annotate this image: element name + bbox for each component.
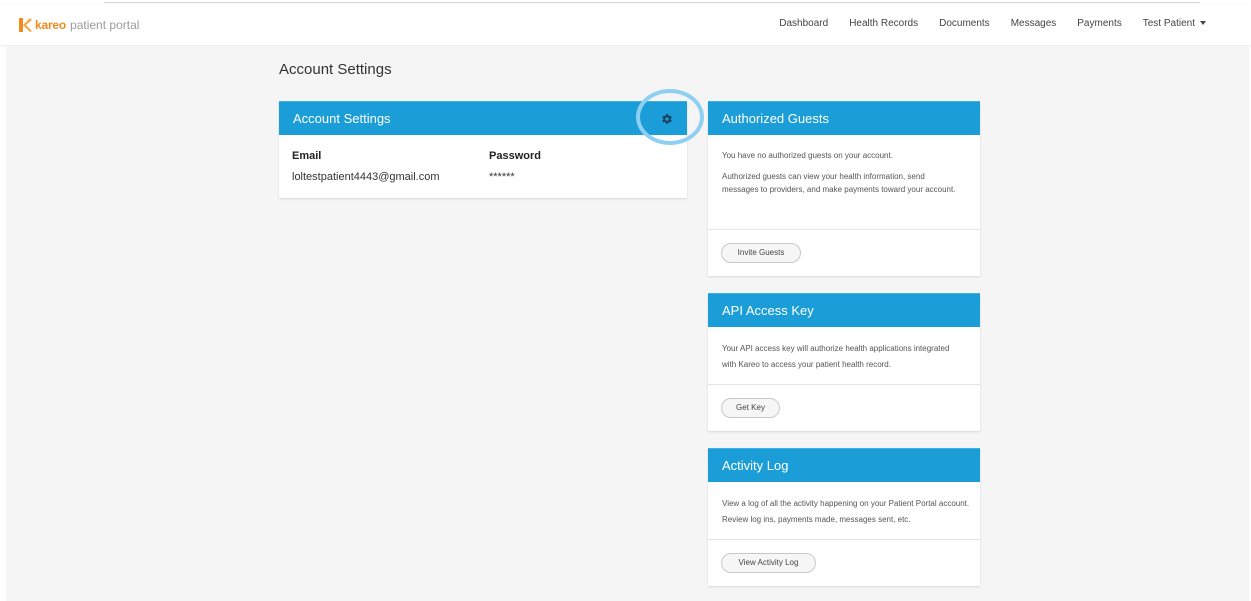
account-settings-card-header: Account Settings <box>279 101 687 135</box>
password-value: ****** <box>489 171 515 183</box>
activity-log-card-header: Activity Log <box>708 448 980 482</box>
account-settings-card-title: Account Settings <box>293 111 391 126</box>
nav-documents[interactable]: Documents <box>939 18 990 29</box>
guests-empty-text: You have no authorized guests on your ac… <box>722 151 893 160</box>
kareo-logo[interactable]: kareo patient portal <box>18 17 139 33</box>
authorized-guests-card: Authorized Guests You have no authorized… <box>708 101 980 276</box>
nav-messages[interactable]: Messages <box>1011 18 1057 29</box>
page-title: Account Settings <box>279 61 392 78</box>
api-access-key-card: API Access Key Your API access key will … <box>708 293 980 431</box>
nav-dashboard[interactable]: Dashboard <box>779 18 828 29</box>
api-access-key-card-title: API Access Key <box>722 303 814 318</box>
activity-log-card-title: Activity Log <box>722 458 789 473</box>
view-activity-log-button[interactable]: View Activity Log <box>721 553 816 573</box>
account-settings-card: Account Settings Email loltestpatient444… <box>279 101 687 198</box>
caret-down-icon <box>1200 21 1206 26</box>
api-key-description: Your API access key will authorize healt… <box>722 344 950 369</box>
user-menu-label: Test Patient <box>1142 18 1195 29</box>
nav-health-records[interactable]: Health Records <box>849 18 918 29</box>
authorized-guests-card-title: Authorized Guests <box>722 111 829 126</box>
gear-icon[interactable] <box>661 113 673 125</box>
activity-log-description: View a log of all the activity happening… <box>722 499 970 524</box>
get-key-button[interactable]: Get Key <box>721 398 780 418</box>
nav-payments[interactable]: Payments <box>1077 18 1121 29</box>
activity-log-card: Activity Log View a log of all the activ… <box>708 448 980 586</box>
guests-description: Authorized guests can view your health i… <box>722 172 956 194</box>
invite-guests-button[interactable]: Invite Guests <box>721 243 801 263</box>
kareo-logo-mark-icon <box>19 18 32 32</box>
activity-divider <box>708 539 980 540</box>
logo-brand-text: kareo <box>35 18 67 32</box>
user-menu[interactable]: Test Patient <box>1143 18 1206 29</box>
logo-product-text: patient portal <box>70 18 140 32</box>
email-value: loltestpatient4443@gmail.com <box>292 171 440 183</box>
api-access-key-card-header: API Access Key <box>708 293 980 327</box>
top-navbar: kareo patient portal Dashboard Health Re… <box>0 5 1251 45</box>
guests-divider <box>708 229 980 230</box>
email-label: Email <box>292 150 322 162</box>
main-nav: Dashboard Health Records Documents Messa… <box>758 18 1206 29</box>
api-divider <box>708 384 980 385</box>
authorized-guests-card-header: Authorized Guests <box>708 101 980 135</box>
password-label: Password <box>489 150 541 162</box>
top-divider <box>104 2 1200 3</box>
